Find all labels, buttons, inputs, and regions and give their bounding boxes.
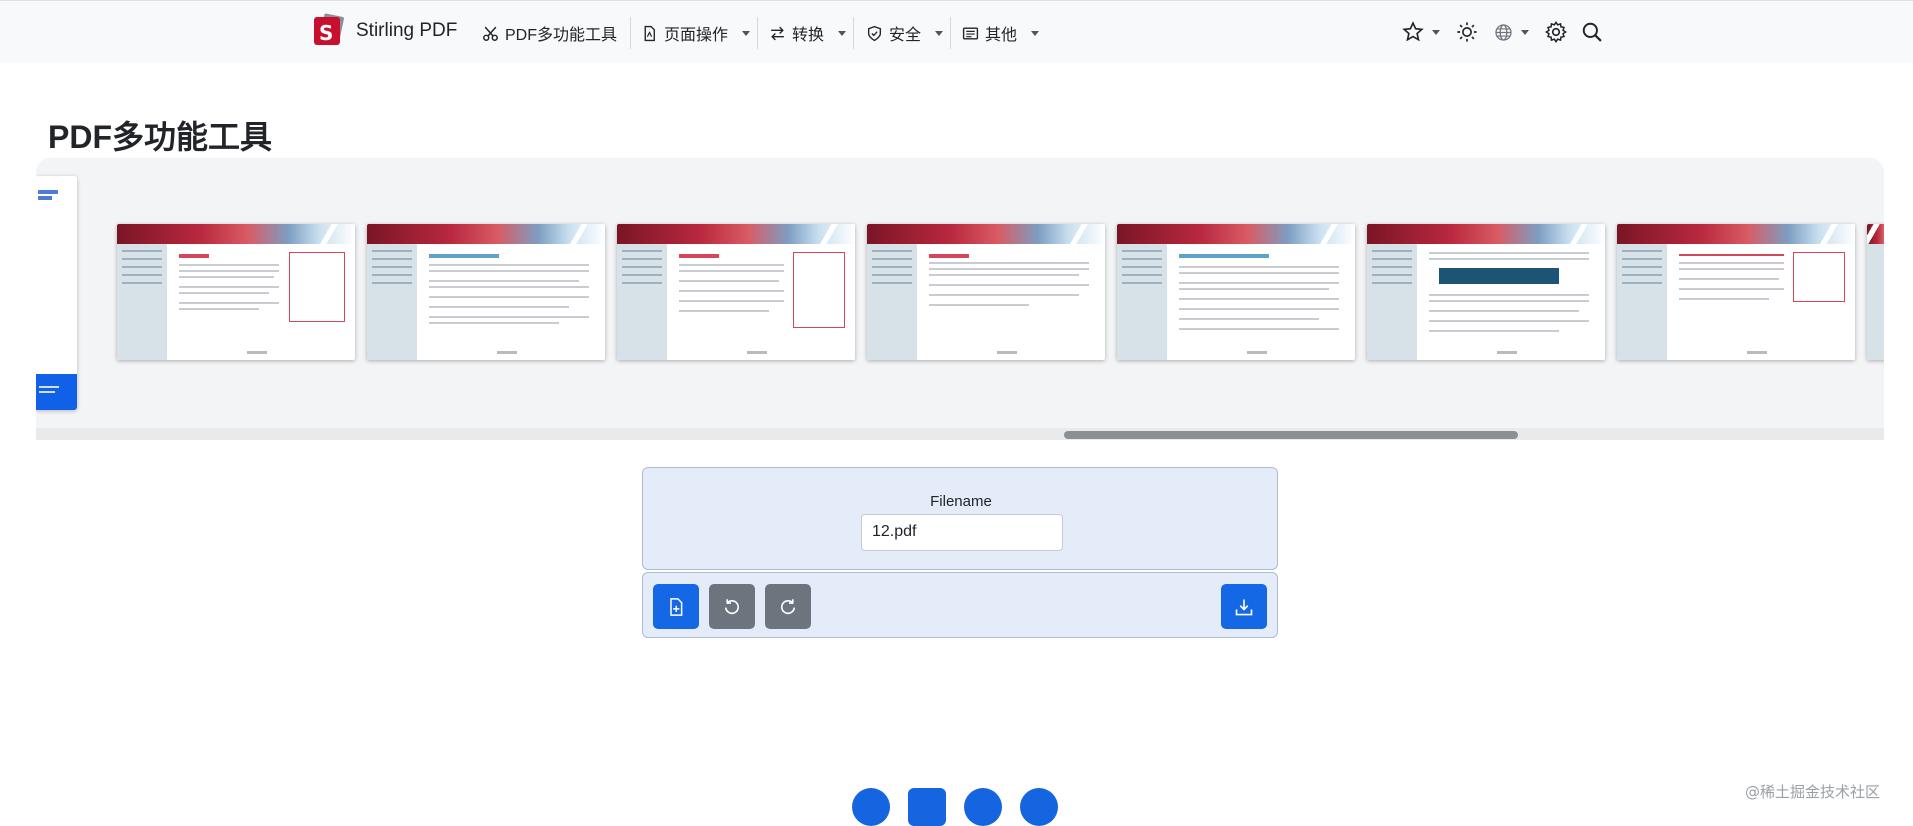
search-button[interactable]: [1581, 21, 1603, 43]
file-icon: [644, 25, 655, 41]
chevron-down-icon: [1521, 29, 1529, 35]
nav-label-multi-tool: PDF多功能工具: [505, 27, 618, 44]
theme-toggle-button[interactable]: [1456, 21, 1478, 43]
add-file-button[interactable]: [653, 584, 699, 629]
heart-icon[interactable]: [1020, 788, 1058, 826]
nav-divider: [630, 17, 631, 49]
pdf-page-thumbnail[interactable]: [1117, 224, 1355, 360]
rotate-left-icon: [724, 598, 739, 614]
pdf-page-thumbnail[interactable]: [36, 176, 77, 410]
pdf-page-thumbnail[interactable]: [1367, 224, 1605, 360]
card-list-icon: [962, 26, 979, 40]
chevron-down-icon: [1031, 30, 1040, 36]
chevron-down-icon: [935, 30, 944, 36]
star-icon: [1402, 21, 1424, 42]
brand-name: Stirling PDF: [356, 20, 458, 41]
filename-label: Filename: [930, 493, 992, 510]
language-button[interactable]: [1494, 23, 1529, 42]
pdf-page-thumbnail[interactable]: [117, 224, 355, 360]
watermark: @稀土掘金技术社区: [1745, 783, 1881, 801]
docker-icon[interactable]: [908, 788, 946, 826]
page-title: PDF多功能工具: [48, 119, 273, 155]
filename-input[interactable]: 12.pdf: [861, 514, 1063, 551]
sun-icon: [1457, 22, 1477, 42]
shield-icon: [867, 25, 882, 41]
pdf-page-thumbnail[interactable]: [867, 224, 1105, 360]
download-button[interactable]: [1221, 584, 1267, 629]
github-icon[interactable]: [852, 788, 890, 826]
gear-icon: [1545, 21, 1567, 43]
nav-item-security[interactable]: 安全: [866, 21, 944, 45]
arrows-swap-icon: [771, 26, 784, 40]
add-file-icon: [670, 597, 683, 616]
favorites-button[interactable]: [1402, 21, 1440, 43]
nav-item-multi-tool[interactable]: PDF多功能工具: [482, 21, 617, 45]
nav-divider: [950, 17, 951, 49]
chevron-down-icon: [838, 30, 847, 36]
pdf-page-thumbnail[interactable]: [1867, 224, 1884, 360]
scrollbar-thumb[interactable]: [1064, 431, 1518, 439]
nav-item-page-ops[interactable]: 页面操作: [641, 21, 751, 45]
navbar: S Stirling PDF PDF多功能工具 页面操作 转换 安全 其他: [0, 0, 1913, 63]
pdf-page-thumbnail[interactable]: [1617, 224, 1855, 360]
pdf-page-thumbnail[interactable]: [367, 224, 605, 360]
nav-label-page-ops: 页面操作: [664, 27, 729, 44]
rotate-left-button[interactable]: [709, 584, 755, 629]
discord-icon[interactable]: [964, 788, 1002, 826]
footer-links: [852, 788, 1058, 826]
pdf-page-viewer[interactable]: [36, 158, 1884, 440]
rotate-right-icon: [781, 598, 796, 614]
pdf-page-thumbnail[interactable]: [617, 224, 855, 360]
nav-divider: [853, 17, 854, 49]
nav-divider: [757, 17, 758, 49]
search-icon: [1582, 22, 1602, 42]
settings-button[interactable]: [1545, 21, 1567, 43]
stirling-pdf-logo: S: [314, 13, 345, 47]
nav-label-security: 安全: [889, 27, 922, 44]
nav-label-convert: 转换: [792, 27, 825, 44]
action-toolbar: [642, 572, 1278, 638]
horizontal-scrollbar[interactable]: [36, 428, 1884, 440]
brand[interactable]: S Stirling PDF: [314, 13, 458, 47]
rotate-right-button[interactable]: [765, 584, 811, 629]
chevron-down-icon: [1432, 29, 1440, 35]
nav-item-convert[interactable]: 转换: [769, 21, 847, 45]
download-icon: [1235, 599, 1253, 615]
globe-icon: [1495, 23, 1512, 41]
scissors-icon: [483, 26, 498, 41]
chevron-down-icon: [742, 30, 751, 36]
filename-panel: Filename 12.pdf: [642, 467, 1278, 570]
nav-label-other: 其他: [985, 27, 1018, 44]
navbar-right-icons: [1402, 21, 1603, 43]
nav-item-other[interactable]: 其他: [962, 21, 1040, 45]
